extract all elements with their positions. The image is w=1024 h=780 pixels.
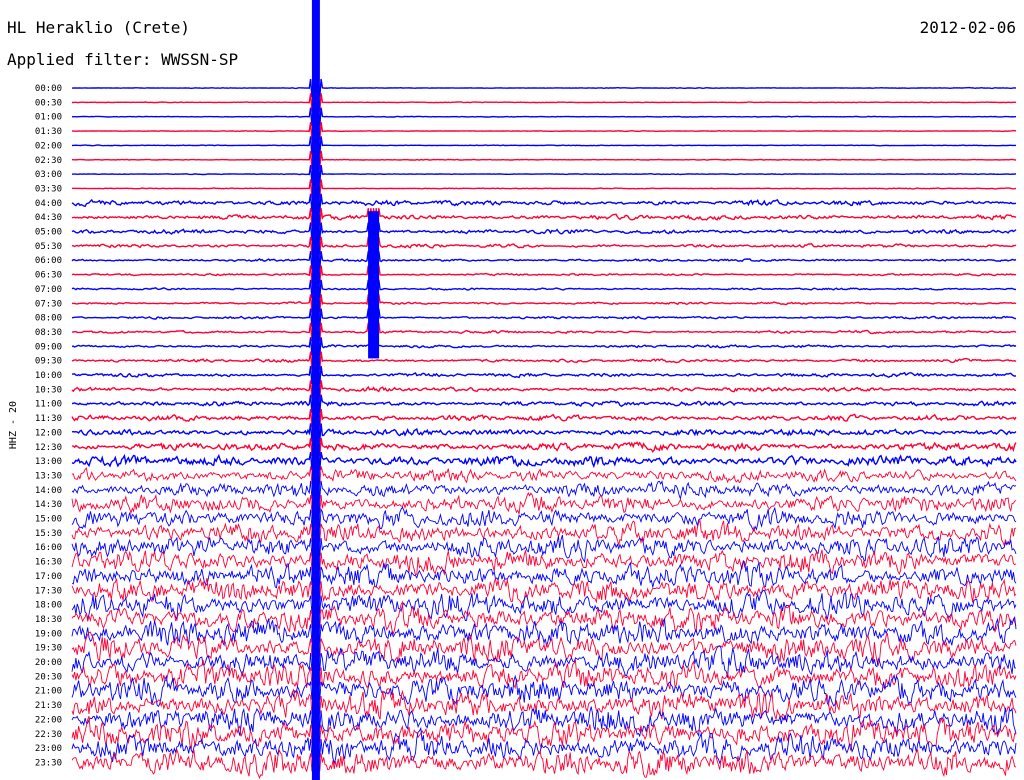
trace-line <box>71 193 1017 212</box>
trace-line <box>71 673 1017 708</box>
trace-line <box>71 549 1017 576</box>
y-tick-label: 03:30 <box>35 184 62 194</box>
y-tick-label: 20:30 <box>35 672 62 682</box>
trace-line <box>71 265 1016 284</box>
y-tick-label: 08:00 <box>35 314 62 324</box>
y-tick-label: 01:00 <box>35 113 62 123</box>
y-tick-label: 06:00 <box>35 256 62 266</box>
y-tick-label: 15:30 <box>35 529 62 539</box>
y-tick-label: 22:30 <box>35 730 62 740</box>
y-tick-label: 21:30 <box>35 701 62 711</box>
y-tick-label: 04:30 <box>35 213 62 223</box>
trace-line <box>71 726 1017 765</box>
trace-line <box>71 121 1017 141</box>
trace-line <box>71 409 1017 428</box>
y-tick-label: 21:00 <box>35 687 62 697</box>
y-tick-label: 03:00 <box>35 170 62 180</box>
y-tick-label: 11:30 <box>35 414 62 424</box>
y-tick-label: 17:00 <box>35 572 62 582</box>
trace-line <box>71 380 1017 399</box>
y-tick-label: 04:00 <box>35 199 62 209</box>
y-tick-label: 07:00 <box>35 285 62 295</box>
y-tick-label: 22:00 <box>35 715 62 725</box>
seismogram-page: HL Heraklio (Crete) Applied filter: WWSS… <box>0 0 1024 780</box>
y-tick-label: 09:30 <box>35 357 62 367</box>
trace-line <box>71 279 1017 298</box>
trace-line <box>71 236 1017 255</box>
trace-line <box>71 136 1016 155</box>
trace-line <box>72 78 1017 98</box>
y-tick-label: 02:00 <box>35 141 62 151</box>
trace-line <box>71 322 1017 341</box>
trace-line <box>71 394 1017 413</box>
trace-line <box>72 150 1017 169</box>
trace-line <box>71 480 1017 501</box>
trace-line <box>71 222 1017 241</box>
y-tick-label: 12:00 <box>35 428 62 438</box>
y-tick-label: 00:30 <box>35 98 62 108</box>
trace-line <box>71 423 1017 442</box>
trace-line <box>71 534 1017 564</box>
y-tick-label: 05:00 <box>35 228 62 238</box>
y-tick-label: 16:00 <box>35 543 62 553</box>
trace-line <box>71 179 1017 198</box>
y-tick-label: 19:00 <box>35 629 62 639</box>
y-tick-label: 11:00 <box>35 400 62 410</box>
y-tick-label: 14:30 <box>35 500 62 510</box>
trace-line <box>71 165 1017 184</box>
y-tick-label: 10:00 <box>35 371 62 381</box>
y-tick-label: 17:30 <box>35 586 62 596</box>
trace-line <box>71 600 1017 636</box>
trace-line <box>71 251 1017 270</box>
trace-line <box>71 437 1017 456</box>
trace-line <box>71 706 1017 738</box>
y-tick-label: 01:30 <box>35 127 62 137</box>
y-tick-label: 23:00 <box>35 744 62 754</box>
y-tick-label: 19:30 <box>35 644 62 654</box>
y-tick-label: 12:30 <box>35 443 62 453</box>
trace-line <box>72 93 1017 112</box>
y-tick-label: 09:00 <box>35 342 62 352</box>
y-tick-label: 20:00 <box>35 658 62 668</box>
trace-line <box>71 748 1017 780</box>
y-tick-label: 23:30 <box>35 758 62 768</box>
trace-line <box>71 466 1017 485</box>
y-tick-label: 05:30 <box>35 242 62 252</box>
trace-line <box>71 589 1017 622</box>
y-tick-label: 13:00 <box>35 457 62 467</box>
trace-line <box>71 107 1016 126</box>
trace-line <box>71 337 1017 356</box>
y-tick-label: 10:30 <box>35 385 62 395</box>
y-tick-label: 00:00 <box>35 84 62 94</box>
y-tick-label: 07:30 <box>35 299 62 309</box>
y-tick-label: 14:00 <box>35 486 62 496</box>
y-tick-label: 16:30 <box>35 558 62 568</box>
trace-line <box>71 208 1017 227</box>
trace-line <box>72 365 1017 385</box>
seismogram-chart: 00:00 00:30 01:00 01:30 02:00 02:30 03:00 03:30… <box>35 0 1017 780</box>
trace-line <box>71 351 1017 370</box>
trace-line <box>71 451 1017 471</box>
y-tick-label: 08:30 <box>35 328 62 338</box>
y-tick-label: 18:00 <box>35 601 62 611</box>
trace-line <box>71 645 1016 678</box>
trace-line <box>71 506 1017 532</box>
trace-line <box>71 561 1017 589</box>
trace-line <box>71 491 1017 515</box>
y-tick-label: 06:30 <box>35 271 62 281</box>
trace-line <box>71 308 1017 327</box>
y-tick-label: 15:00 <box>35 515 62 525</box>
event-band <box>311 0 320 780</box>
event-band <box>368 211 380 359</box>
trace-line <box>71 294 1017 313</box>
y-tick-label: 13:30 <box>35 471 62 481</box>
y-tick-label: 02:30 <box>35 156 62 166</box>
y-tick-label: 18:30 <box>35 615 62 625</box>
